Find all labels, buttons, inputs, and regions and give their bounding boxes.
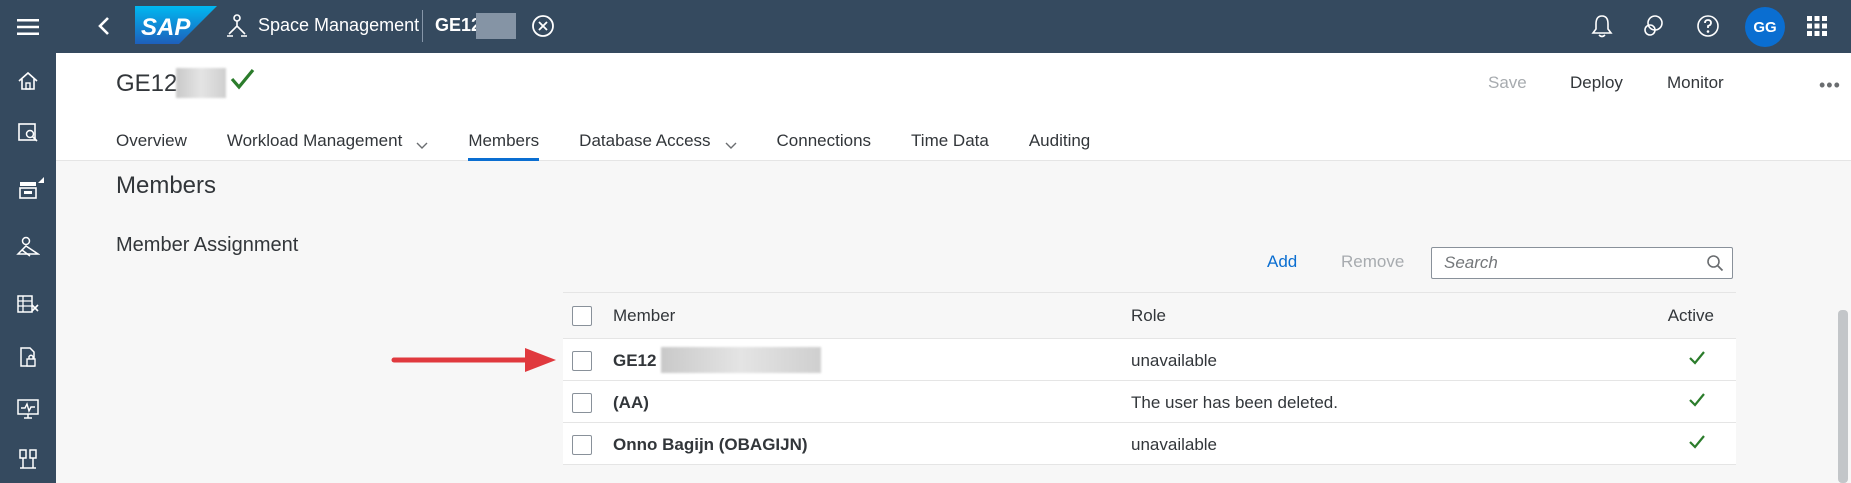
member-name: GE12 bbox=[613, 351, 657, 370]
redacted-member bbox=[661, 347, 821, 373]
tab-label: Overview bbox=[116, 131, 187, 150]
table-row[interactable]: Onno Bagijn (OBAGIJN) unavailable bbox=[563, 423, 1736, 465]
search-input[interactable] bbox=[1444, 253, 1694, 273]
system-monitor-icon[interactable] bbox=[14, 395, 42, 423]
search-icon[interactable] bbox=[1706, 254, 1724, 277]
member-name: (AA) bbox=[613, 393, 649, 412]
member-assignment-title: Member Assignment bbox=[116, 234, 299, 256]
notifications-icon[interactable] bbox=[1588, 12, 1616, 40]
row-checkbox[interactable] bbox=[572, 351, 592, 371]
title-separator bbox=[422, 10, 423, 42]
active-check-icon bbox=[1688, 391, 1706, 414]
chevron-down-icon bbox=[725, 135, 737, 155]
space-id: GE12 bbox=[435, 15, 482, 35]
tab-connections[interactable]: Connections bbox=[777, 131, 872, 161]
help-icon[interactable] bbox=[1694, 12, 1722, 40]
expand-indicator bbox=[38, 177, 44, 183]
tab-database-access[interactable]: Database Access bbox=[579, 131, 737, 161]
search-field[interactable] bbox=[1431, 247, 1733, 279]
home-icon[interactable] bbox=[14, 67, 42, 95]
close-circle-icon[interactable] bbox=[530, 13, 556, 39]
business-builder-icon[interactable] bbox=[14, 233, 42, 261]
row-checkbox[interactable] bbox=[572, 435, 592, 455]
table-header-row: Member Role Active bbox=[563, 293, 1736, 339]
members-table: Member Role Active GE12 unavailable (AA)… bbox=[563, 292, 1736, 465]
data-builder-icon[interactable] bbox=[14, 119, 42, 147]
sap-logo: SAP bbox=[135, 6, 217, 44]
add-button[interactable]: Add bbox=[1267, 252, 1297, 272]
tab-label: Connections bbox=[776, 131, 872, 150]
redacted-title bbox=[176, 68, 226, 98]
tab-time-data[interactable]: Time Data bbox=[911, 131, 989, 161]
chevron-down-icon bbox=[416, 135, 428, 155]
table-row[interactable]: GE12 unavailable bbox=[563, 339, 1736, 381]
back-icon[interactable] bbox=[90, 12, 118, 40]
member-role: unavailable bbox=[1131, 351, 1218, 370]
feedback-icon[interactable] bbox=[1640, 12, 1668, 40]
object-title: GE12 bbox=[116, 70, 178, 97]
tab-label: Time Data bbox=[911, 131, 989, 150]
shell-bar: SAP Space Management GE12 GG bbox=[0, 0, 1851, 53]
table-row[interactable]: (AA) The user has been deleted. bbox=[563, 381, 1736, 423]
side-navigation bbox=[0, 53, 56, 483]
tab-label: Database Access bbox=[579, 131, 711, 150]
security-icon[interactable] bbox=[14, 343, 42, 371]
vertical-scrollbar[interactable] bbox=[1838, 310, 1848, 483]
monitor-button[interactable]: Monitor bbox=[1667, 73, 1724, 93]
member-role: unavailable bbox=[1131, 435, 1218, 454]
app-title: Space Management bbox=[258, 15, 420, 35]
active-check-icon bbox=[1688, 349, 1706, 372]
remove-button[interactable]: Remove bbox=[1341, 252, 1404, 272]
deployed-check-icon bbox=[228, 65, 256, 98]
tab-overview[interactable]: Overview bbox=[116, 131, 187, 161]
redacted-space-id bbox=[476, 13, 516, 39]
data-access-icon[interactable] bbox=[14, 290, 42, 318]
tab-label: Workload Management bbox=[226, 131, 403, 150]
avatar[interactable]: GG bbox=[1745, 7, 1785, 47]
active-check-icon bbox=[1688, 433, 1706, 456]
select-all-checkbox[interactable] bbox=[572, 306, 592, 326]
save-button[interactable]: Save bbox=[1488, 73, 1527, 93]
product-switch-icon[interactable] bbox=[1803, 12, 1831, 40]
configuration-icon[interactable] bbox=[14, 445, 42, 473]
tab-label: Members bbox=[468, 131, 540, 150]
section-title: Members bbox=[116, 172, 217, 199]
row-checkbox[interactable] bbox=[572, 393, 592, 413]
column-header-role: Role bbox=[1131, 306, 1166, 325]
member-role: The user has been deleted. bbox=[1131, 393, 1338, 412]
tab-label: Auditing bbox=[1028, 131, 1091, 150]
deploy-button[interactable]: Deploy bbox=[1570, 73, 1623, 93]
tab-workload-management[interactable]: Workload Management bbox=[227, 131, 428, 161]
member-name: Onno Bagijn (OBAGIJN) bbox=[613, 435, 808, 454]
svg-text:SAP: SAP bbox=[141, 14, 191, 41]
menu-icon[interactable] bbox=[0, 0, 56, 53]
object-page-header: GE12 Save Deploy Monitor ••• Overview Wo… bbox=[56, 53, 1851, 161]
column-header-active: Active bbox=[1667, 306, 1714, 325]
tab-auditing[interactable]: Auditing bbox=[1029, 131, 1090, 161]
more-actions-button[interactable]: ••• bbox=[1819, 75, 1841, 96]
tab-members[interactable]: Members bbox=[468, 131, 539, 161]
space-management-icon bbox=[226, 14, 248, 43]
tab-bar: Overview Workload Management Members Dat… bbox=[116, 131, 1130, 161]
column-header-member: Member bbox=[613, 306, 676, 325]
annotation-arrow-icon bbox=[390, 345, 560, 380]
